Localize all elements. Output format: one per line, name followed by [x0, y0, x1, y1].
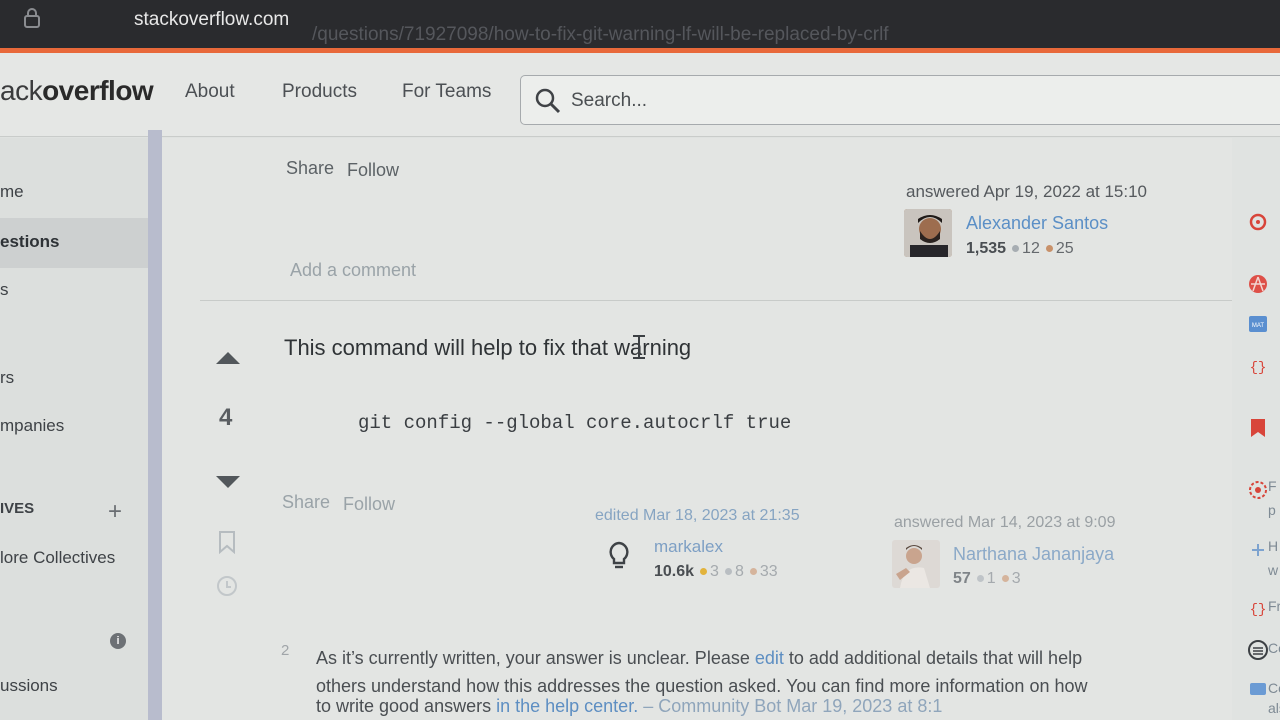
user-avatar-icon [904, 209, 952, 257]
share-link-2[interactable]: Share [282, 492, 330, 513]
edit-link[interactable]: edit [755, 648, 784, 668]
meta-icon[interactable] [1248, 212, 1268, 232]
lightbulb-icon [609, 541, 629, 569]
user-reputation: 1,535 12 25 [966, 240, 1074, 257]
downvote-button[interactable] [216, 476, 240, 488]
url-path[interactable]: /questions/71927098/how-to-fix-git-warni… [312, 24, 889, 46]
rail-label-5: Fr [1268, 598, 1280, 614]
comment-line-2: others understand how this addresses the… [316, 676, 1088, 696]
answer-divider [200, 300, 1240, 301]
edited-timestamp-link[interactable]: edited Mar 18, 2023 at 21:35 [595, 507, 800, 525]
math-icon[interactable]: MAT [1248, 314, 1268, 334]
site-header: ackoverflow About Products For Teams Sea… [0, 53, 1280, 137]
answered-timestamp-2: answered Mar 14, 2023 at 9:09 [894, 514, 1116, 531]
sidebar-item-explore-collectives[interactable]: lore Collectives [0, 548, 115, 568]
sidebar-item-questions[interactable]: estions [0, 232, 60, 252]
gear-icon[interactable] [1248, 480, 1268, 500]
comment-score: 2 [281, 642, 290, 659]
svg-text:{}: {} [1250, 360, 1267, 376]
comment-line-3: to write good answers in the help center… [316, 696, 943, 716]
browser-address-bar: stackoverflow.com /questions/71927098/ho… [0, 0, 1280, 50]
follow-link[interactable]: Follow [347, 160, 399, 181]
sidebar-item-tags[interactable]: s [0, 280, 9, 300]
add-comment-link[interactable]: Add a comment [290, 260, 416, 281]
editor-reputation: 10.6k 3 8 33 [654, 563, 778, 580]
avatar-2[interactable] [892, 540, 940, 588]
sidebar-item-discussions[interactable]: ussions [0, 676, 58, 696]
svg-text:{}: {} [1250, 602, 1267, 618]
chat-icon[interactable] [1248, 680, 1268, 700]
sidebar-item-users[interactable]: rs [0, 368, 14, 388]
url-host[interactable]: stackoverflow.com [134, 9, 289, 31]
sidebar-item-home[interactable]: me [0, 182, 24, 202]
sidebar-collectives-heading: IVES [0, 500, 35, 517]
rail-label-4: w [1268, 562, 1279, 578]
lock-icon [24, 8, 40, 28]
bookmark-rail-icon[interactable] [1248, 418, 1268, 438]
rail-label-2: p [1268, 502, 1276, 518]
answered-timestamp: answered Apr 19, 2022 at 15:10 [906, 182, 1148, 201]
upvote-button[interactable] [216, 352, 240, 364]
sidebar-scrollbar[interactable] [148, 130, 162, 720]
collective-icon[interactable] [1248, 274, 1268, 294]
user-avatar-icon-2 [892, 540, 940, 588]
site-logo[interactable]: ackoverflow [0, 75, 154, 107]
nav-about[interactable]: About [185, 81, 235, 103]
user-name-link-2[interactable]: Narthana Jananjaya [953, 544, 1114, 565]
comment-line-1: As it’s currently written, your answer i… [316, 648, 1083, 668]
user-name-link[interactable]: Alexander Santos [966, 213, 1108, 234]
braces-icon[interactable]: {} [1248, 356, 1268, 376]
rail-label-8: als [1268, 700, 1280, 716]
sidebar-item-companies[interactable]: mpanies [0, 416, 64, 436]
braces-icon-2[interactable]: {} [1248, 598, 1268, 618]
rail-label-7: Co [1268, 680, 1280, 696]
user-reputation-2: 57 1 3 [953, 570, 1021, 587]
rail-label-3: H [1268, 538, 1279, 554]
search-icon [535, 88, 561, 114]
search-placeholder: Search... [571, 90, 648, 111]
search-input[interactable]: Search... [520, 75, 1280, 125]
text-cursor-icon [633, 335, 645, 359]
code-block: git config --global core.autocrlf true [358, 412, 792, 434]
avatar[interactable] [904, 209, 952, 257]
follow-link-2[interactable]: Follow [343, 494, 395, 515]
plus-icon[interactable] [1248, 540, 1268, 560]
share-link[interactable]: Share [286, 158, 334, 179]
bookmark-icon[interactable] [217, 530, 237, 554]
rail-label-1: F [1268, 478, 1277, 494]
rail-label-6: Co [1268, 640, 1280, 656]
vote-count: 4 [219, 404, 233, 431]
add-collective-button[interactable]: + [108, 498, 122, 526]
history-icon[interactable] [214, 574, 240, 598]
stack-icon[interactable] [1248, 640, 1268, 660]
svg-text:MAT: MAT [1252, 323, 1265, 329]
nav-for-teams[interactable]: For Teams [402, 81, 491, 103]
help-center-link[interactable]: in the help center. [496, 696, 638, 716]
info-icon[interactable]: i [110, 633, 126, 649]
editor-name-link[interactable]: markalex [654, 537, 723, 557]
nav-products[interactable]: Products [282, 81, 357, 103]
